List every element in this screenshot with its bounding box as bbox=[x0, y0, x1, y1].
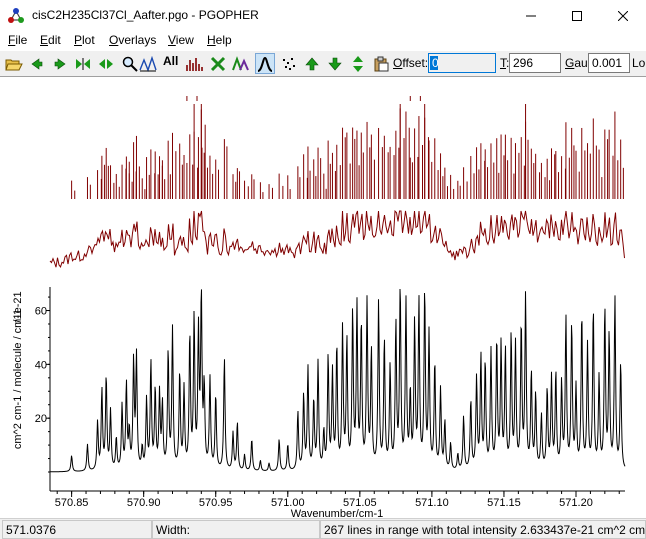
axes: 204060570.85 570.90 570.95 571.00 571.05 571.… bbox=[35, 287, 625, 509]
menu-help-label: elp bbox=[215, 33, 232, 47]
spectrum-plot[interactable]: 20 40 60 570.85 570.90 570.95 571.00 571.05 571.… bbox=[0, 76, 646, 519]
sticks-button[interactable] bbox=[184, 53, 204, 74]
menu-file[interactable]: File bbox=[8, 33, 27, 47]
menu-plot-key: P bbox=[74, 33, 83, 47]
contours-button[interactable] bbox=[231, 53, 251, 74]
arrows-updown-icon bbox=[353, 55, 363, 72]
multi-peak-icon bbox=[232, 55, 249, 70]
simulated-spectrum-trace bbox=[50, 288, 626, 473]
minimize-button[interactable] bbox=[508, 0, 554, 31]
menu-overlays[interactable]: Overlays bbox=[109, 33, 156, 47]
clipboard-icon bbox=[374, 56, 389, 71]
y-tick-label: 60 bbox=[35, 306, 47, 318]
delete-overlay-button[interactable] bbox=[208, 53, 228, 74]
lineshape-button[interactable] bbox=[255, 53, 275, 74]
cursor-position: 571.0376 bbox=[2, 520, 152, 539]
menu-edit[interactable]: Edit bbox=[40, 33, 61, 47]
menu-view-label: iew bbox=[175, 33, 194, 47]
scale-button[interactable] bbox=[348, 53, 368, 74]
menu-help[interactable]: Help bbox=[207, 33, 232, 47]
menu-plot-label: lot bbox=[82, 33, 95, 47]
gaussian-width-input[interactable] bbox=[588, 53, 630, 73]
x-tick-label: 571.10 bbox=[415, 497, 449, 509]
arrow-down-icon bbox=[328, 57, 342, 70]
x-tick-label: 570.95 bbox=[199, 497, 233, 509]
title-bar[interactable]: cisC2H235Cl37Cl_Aafter.pgo - PGOPHER bbox=[0, 0, 646, 31]
stick-spectrum bbox=[71, 104, 624, 199]
green-x-icon bbox=[210, 56, 226, 71]
zoom-out-x-button[interactable] bbox=[96, 53, 116, 74]
gau-label-key: G bbox=[565, 56, 575, 70]
peak-finder-button[interactable] bbox=[138, 53, 158, 74]
status-bar: 571.0376 Width: 267 lines in range with … bbox=[0, 518, 646, 539]
t-label: T: bbox=[500, 56, 509, 70]
offset-input[interactable] bbox=[428, 53, 496, 73]
menu-bar: File Edit Plot Overlays View Help bbox=[0, 31, 646, 51]
scatter-icon bbox=[283, 57, 295, 70]
pgopher-app-icon bbox=[8, 8, 24, 23]
maximize-icon bbox=[572, 10, 582, 21]
menu-view[interactable]: View bbox=[168, 33, 194, 47]
minimize-icon bbox=[526, 15, 536, 16]
x-tick-label: 571.20 bbox=[559, 497, 593, 509]
menu-edit-label: dit bbox=[48, 33, 61, 47]
arrows-inward-icon bbox=[76, 57, 90, 70]
pgopher-window: cisC2H235Cl37Cl_Aafter.pgo - PGOPHER Fil… bbox=[0, 0, 646, 539]
x-tick-label: 570.85 bbox=[55, 497, 89, 509]
offset-label-text: ffset: bbox=[402, 56, 429, 70]
scatter-button[interactable] bbox=[279, 53, 299, 74]
maximize-button[interactable] bbox=[554, 0, 600, 31]
zoom-in-x-button[interactable] bbox=[73, 53, 93, 74]
sticks-icon bbox=[186, 57, 203, 71]
peak-shape-icon bbox=[257, 56, 273, 72]
pan-left-button[interactable] bbox=[27, 53, 47, 74]
x-tick-label: 571.15 bbox=[487, 497, 521, 509]
arrow-right-icon bbox=[54, 57, 66, 70]
pan-right-button[interactable] bbox=[50, 53, 70, 74]
x-tick-label: 570.90 bbox=[127, 497, 161, 509]
width-label: Width: bbox=[156, 523, 191, 537]
width-field: Width: bbox=[152, 520, 320, 539]
status-message: 267 lines in range with total intensity … bbox=[320, 520, 646, 539]
marker-ticks bbox=[186, 96, 421, 101]
observed-spectrum-trace bbox=[49, 209, 625, 268]
window-title: cisC2H235Cl37Cl_Aafter.pgo - PGOPHER bbox=[32, 8, 259, 22]
y-axis-unit: /1e-21 bbox=[12, 291, 24, 322]
menu-overlays-key: O bbox=[109, 33, 119, 47]
temperature-input[interactable] bbox=[509, 53, 561, 73]
arrows-outward-icon bbox=[99, 58, 113, 69]
arrow-left-icon bbox=[31, 57, 43, 70]
magnifier-icon bbox=[122, 56, 138, 72]
offset-label-key: O bbox=[393, 56, 403, 70]
move-up-button[interactable] bbox=[302, 53, 322, 74]
lor-label: Lor bbox=[632, 56, 646, 70]
arrow-up-icon bbox=[305, 57, 319, 70]
menu-plot[interactable]: Plot bbox=[74, 33, 95, 47]
close-button[interactable] bbox=[600, 0, 646, 31]
y-tick-label: 40 bbox=[35, 359, 47, 371]
all-button[interactable]: All bbox=[163, 54, 178, 68]
spectrum-peaks-icon bbox=[139, 55, 157, 72]
menu-view-key: V bbox=[168, 33, 176, 47]
zoom-button[interactable] bbox=[120, 53, 140, 74]
menu-file-label: ile bbox=[15, 33, 28, 47]
y-tick-label: 20 bbox=[35, 413, 47, 425]
clipboard-button[interactable] bbox=[371, 53, 391, 74]
folder-open-icon bbox=[5, 59, 23, 70]
menu-help-key: H bbox=[207, 33, 216, 47]
open-button[interactable] bbox=[4, 53, 24, 74]
menu-edit-key: E bbox=[40, 33, 49, 47]
menu-overlays-label: verlays bbox=[118, 33, 157, 47]
toolbar: All Offset: T: Gau: bbox=[0, 51, 646, 76]
y-axis-label: cm^2 cm-1 / molecule / cm-1 bbox=[12, 309, 24, 449]
offset-label: Offset: bbox=[393, 56, 428, 70]
spectrum-chart[interactable]: 204060570.85 570.90 570.95 571.00 571.05 571.… bbox=[0, 77, 646, 519]
move-down-button[interactable] bbox=[325, 53, 345, 74]
close-icon bbox=[618, 10, 628, 21]
